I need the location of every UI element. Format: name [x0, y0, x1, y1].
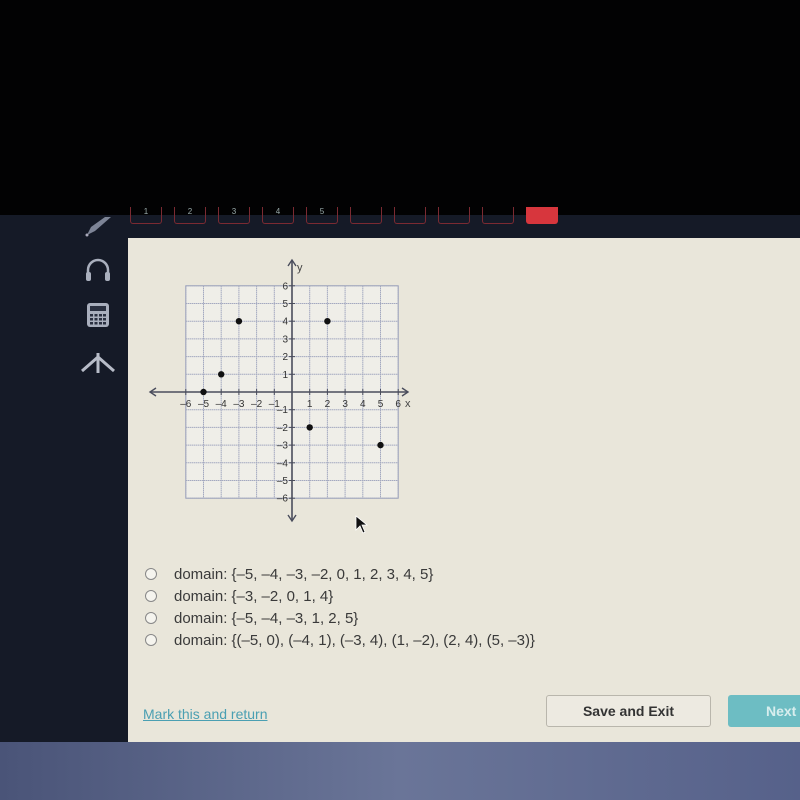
- y-tick-label: –4: [277, 458, 289, 469]
- data-point: [200, 388, 207, 396]
- answer-choice-1[interactable]: domain: {–5, –4, –3, –2, 0, 1, 2, 3, 4, …: [145, 563, 535, 585]
- choice-label: domain: {(–5, 0), (–4, 1), (–3, 4), (1, …: [174, 631, 535, 649]
- y-tick-label: 5: [282, 299, 288, 310]
- data-point: [218, 371, 225, 378]
- question-nav-box[interactable]: 4: [262, 207, 294, 224]
- headphones-icon[interactable]: [78, 250, 118, 290]
- x-tick-label: –3: [233, 399, 245, 410]
- choice-label: domain: {–5, –4, –3, –2, 0, 1, 2, 3, 4, …: [174, 565, 434, 583]
- x-tick-label: –6: [180, 399, 192, 410]
- y-tick-label: 6: [282, 281, 288, 292]
- question-nav-box[interactable]: 5: [306, 207, 338, 224]
- question-nav-box[interactable]: 2: [174, 207, 206, 224]
- x-tick-label: –2: [251, 399, 263, 410]
- y-tick-label: –1: [277, 405, 289, 416]
- coordinate-graph: –6 –5 –4 –3 –2 –1 1 2 3 4 5 6654321–1–2–3–4–5–6xy: [148, 258, 411, 523]
- data-point: [306, 424, 313, 431]
- next-button[interactable]: Next: [728, 695, 800, 727]
- radio-button[interactable]: [145, 612, 157, 624]
- radio-button[interactable]: [145, 634, 157, 646]
- calculator-icon[interactable]: [78, 295, 118, 335]
- x-tick-label: –4: [216, 399, 228, 410]
- x-tick-label: 4: [360, 399, 366, 410]
- question-nav-box[interactable]: [438, 207, 470, 224]
- y-tick-label: –3: [277, 441, 289, 452]
- question-nav-box[interactable]: [526, 207, 558, 224]
- y-tick-label: –6: [277, 494, 289, 505]
- reference-icon[interactable]: [78, 343, 118, 383]
- choice-label: domain: {–5, –4, –3, 1, 2, 5}: [174, 609, 359, 627]
- data-point: [235, 318, 243, 325]
- x-axis-label: x: [405, 398, 411, 410]
- y-tick-label: –5: [277, 476, 289, 487]
- answer-choice-3[interactable]: domain: {–5, –4, –3, 1, 2, 5}: [145, 607, 535, 629]
- screen-bottom-area: [0, 742, 800, 800]
- y-tick-label: 2: [282, 352, 288, 363]
- question-nav-box[interactable]: 1: [130, 207, 162, 224]
- radio-button[interactable]: [145, 590, 157, 602]
- question-nav-box[interactable]: [482, 207, 514, 224]
- answer-choice-2[interactable]: domain: {–3, –2, 0, 1, 4}: [145, 585, 535, 607]
- mark-and-return-link[interactable]: Mark this and return: [143, 706, 268, 722]
- x-tick-label: 3: [342, 399, 348, 410]
- screen-top-bezel: [0, 0, 800, 215]
- x-tick-label: 2: [325, 399, 331, 410]
- y-axis-label: y: [297, 262, 303, 274]
- mouse-cursor-icon: [355, 515, 369, 534]
- x-tick-label: 6: [395, 399, 401, 410]
- answer-choice-4[interactable]: domain: {(–5, 0), (–4, 1), (–3, 4), (1, …: [145, 629, 535, 651]
- question-nav-box[interactable]: 3: [218, 207, 250, 224]
- radio-button[interactable]: [145, 568, 157, 580]
- y-tick-label: 1: [282, 370, 288, 381]
- pencil-icon[interactable]: [78, 207, 118, 247]
- question-nav-box[interactable]: [350, 207, 382, 224]
- data-point: [377, 441, 384, 449]
- y-tick-label: 3: [282, 334, 288, 345]
- save-and-exit-button[interactable]: Save and Exit: [546, 695, 711, 727]
- x-tick-label: –5: [198, 399, 210, 410]
- choice-label: domain: {–3, –2, 0, 1, 4}: [174, 587, 334, 605]
- x-tick-label: 5: [378, 399, 384, 410]
- question-nav-box[interactable]: [394, 207, 426, 224]
- data-point: [324, 318, 331, 325]
- y-tick-label: –2: [277, 423, 289, 434]
- x-tick-label: 1: [307, 399, 313, 410]
- tool-sidebar: [66, 215, 126, 395]
- answer-choices: domain: {–5, –4, –3, –2, 0, 1, 2, 3, 4, …: [145, 563, 535, 651]
- y-tick-label: 4: [282, 317, 288, 328]
